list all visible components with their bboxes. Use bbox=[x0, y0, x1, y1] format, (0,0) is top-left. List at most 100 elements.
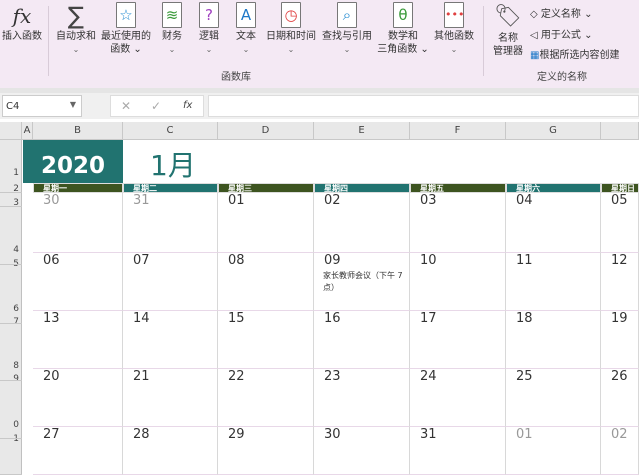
row-header[interactable]: 6 bbox=[13, 304, 19, 314]
day-header: 星期三 bbox=[218, 183, 314, 193]
column-header-D[interactable]: D bbox=[218, 122, 314, 140]
define-name-button[interactable]: ◇ 定义名称 ⌄ bbox=[530, 5, 592, 20]
calendar-day-cell[interactable]: 30 bbox=[33, 193, 123, 253]
calendar-day-cell[interactable]: 24 bbox=[410, 369, 506, 427]
calendar-day-cell[interactable]: 08 bbox=[218, 253, 314, 311]
column-header-B[interactable]: B bbox=[33, 122, 123, 140]
row-header[interactable]: 9 bbox=[13, 374, 19, 384]
calendar-day-cell[interactable]: 26 bbox=[601, 369, 639, 427]
day-number: 06 bbox=[43, 253, 60, 268]
calendar-day-cell[interactable]: 20 bbox=[33, 369, 123, 427]
more-book-icon: ••• bbox=[444, 2, 464, 28]
fx-icon: fx bbox=[12, 4, 32, 28]
calendar-day-cell[interactable]: 13 bbox=[33, 311, 123, 369]
logical-button[interactable]: ? 逻辑 ⌄ bbox=[194, 2, 224, 56]
calendar-day-cell[interactable]: 09 家长教师会议（下午 7 点） bbox=[314, 253, 410, 311]
column-header-G[interactable]: G bbox=[506, 122, 601, 140]
day-number: 05 bbox=[611, 193, 628, 208]
date-time-button[interactable]: ◷ 日期和时间 ⌄ bbox=[263, 2, 319, 56]
calendar-day-cell[interactable]: 07 bbox=[123, 253, 218, 311]
name-manager-button[interactable]: 🏷 名称 管理器 bbox=[488, 2, 528, 58]
day-number: 02 bbox=[324, 193, 341, 208]
math-trig-button[interactable]: θ 数学和 三角函数 ⌄ bbox=[376, 2, 430, 56]
lookup-reference-button[interactable]: ⌕ 查找与引用 ⌄ bbox=[320, 2, 374, 56]
column-header-A[interactable]: A bbox=[22, 122, 33, 140]
day-number: 19 bbox=[611, 311, 628, 326]
tag-small-icon: ◇ bbox=[530, 9, 538, 20]
calendar-day-cell[interactable]: 10 bbox=[410, 253, 506, 311]
row-header[interactable]: 0 bbox=[13, 420, 19, 430]
calendar-day-cell[interactable]: 01 bbox=[218, 193, 314, 253]
calendar-day-cell[interactable]: 22 bbox=[218, 369, 314, 427]
calendar-day-cell[interactable]: 01 bbox=[506, 427, 601, 475]
calendar-day-cell[interactable]: 18 bbox=[506, 311, 601, 369]
day-number: 11 bbox=[516, 253, 533, 268]
row-header[interactable]: 1 bbox=[13, 168, 19, 178]
calendar-day-cell[interactable]: 29 bbox=[218, 427, 314, 475]
calendar-day-cell[interactable]: 28 bbox=[123, 427, 218, 475]
day-header: 星期四 bbox=[314, 183, 410, 193]
autosum-button[interactable]: ∑ 自动求和 ⌄ bbox=[52, 2, 100, 56]
name-box[interactable]: C4 ▼ bbox=[2, 95, 82, 117]
day-number: 22 bbox=[228, 369, 245, 384]
create-from-selection-button[interactable]: ▦根据所选内容创建 bbox=[530, 46, 619, 61]
day-number: 15 bbox=[228, 311, 245, 326]
day-header: 星期二 bbox=[123, 183, 218, 193]
chevron-down-icon: ⌄ bbox=[242, 45, 250, 54]
row-header[interactable]: 8 bbox=[13, 361, 19, 371]
calendar-day-cell[interactable]: 14 bbox=[123, 311, 218, 369]
calendar-day-cell[interactable]: 25 bbox=[506, 369, 601, 427]
day-number: 14 bbox=[133, 311, 150, 326]
use-in-formula-button[interactable]: ◁ 用于公式 ⌄ bbox=[530, 26, 592, 41]
column-header-next[interactable] bbox=[601, 122, 639, 140]
calendar-day-cell[interactable]: 04 bbox=[506, 193, 601, 253]
calendar-day-cell[interactable]: 02 bbox=[314, 193, 410, 253]
calendar-day-cell[interactable]: 21 bbox=[123, 369, 218, 427]
calendar-day-cell[interactable]: 31 bbox=[410, 427, 506, 475]
chevron-down-icon[interactable]: ▼ bbox=[70, 100, 76, 109]
row-divider bbox=[0, 380, 22, 381]
text-button[interactable]: A 文本 ⌄ bbox=[231, 2, 261, 56]
chevron-down-icon: ⌄ bbox=[450, 45, 458, 54]
row-header[interactable]: 4 bbox=[13, 245, 19, 255]
row-header[interactable]: 7 bbox=[13, 317, 19, 327]
financial-button[interactable]: ≋ 财务 ⌄ bbox=[157, 2, 187, 56]
calendar-day-cell[interactable]: 06 bbox=[33, 253, 123, 311]
calendar-day-cell[interactable]: 30 bbox=[314, 427, 410, 475]
calendar-day-cell[interactable]: 15 bbox=[218, 311, 314, 369]
calendar-day-cell[interactable]: 11 bbox=[506, 253, 601, 311]
formula-input[interactable] bbox=[208, 95, 639, 117]
chevron-down-icon: ⌄ bbox=[343, 45, 351, 54]
calendar-day-cell[interactable]: 12 bbox=[601, 253, 639, 311]
recently-used-button[interactable]: ☆ 最近使用的 函数 ⌄ bbox=[99, 2, 153, 56]
formula-bar: C4 ▼ ✕ ✓ fx bbox=[0, 93, 639, 119]
day-number: 01 bbox=[516, 427, 533, 442]
insert-function-button[interactable]: fx 插入函数 bbox=[0, 2, 44, 43]
calendar-day-cell[interactable]: 19 bbox=[601, 311, 639, 369]
calendar-day-cell[interactable]: 03 bbox=[410, 193, 506, 253]
calendar-day-cell[interactable]: 05 bbox=[601, 193, 639, 253]
select-all-button[interactable] bbox=[0, 122, 22, 140]
cancel-icon[interactable]: ✕ bbox=[121, 99, 131, 113]
insert-function-icon[interactable]: fx bbox=[183, 100, 192, 111]
row-divider bbox=[0, 192, 22, 193]
calendar-day-cell[interactable]: 02 bbox=[601, 427, 639, 475]
calendar-day-cell[interactable]: 27 bbox=[33, 427, 123, 475]
calendar-day-cell[interactable]: 17 bbox=[410, 311, 506, 369]
chevron-down-icon: ⌄ bbox=[287, 45, 295, 54]
column-header-E[interactable]: E bbox=[314, 122, 410, 140]
calendar-day-cell[interactable]: 31 bbox=[123, 193, 218, 253]
row-header[interactable]: 1 bbox=[13, 434, 19, 444]
day-number: 16 bbox=[324, 311, 341, 326]
calendar-day-cell[interactable]: 16 bbox=[314, 311, 410, 369]
ribbon-formulas: fx 插入函数 ∑ 自动求和 ⌄ ☆ 最近使用的 函数 ⌄ ≋ 财务 ⌄ ? 逻辑 ⌄ … bbox=[0, 0, 639, 88]
group-label-defined-names: 定义的名称 bbox=[537, 72, 587, 83]
enter-icon[interactable]: ✓ bbox=[151, 99, 161, 113]
column-header-C[interactable]: C bbox=[123, 122, 218, 140]
more-functions-button[interactable]: ••• 其他函数 ⌄ bbox=[430, 2, 478, 56]
column-header-F[interactable]: F bbox=[410, 122, 506, 140]
sigma-icon: ∑ bbox=[67, 2, 85, 30]
calendar-day-cell[interactable]: 23 bbox=[314, 369, 410, 427]
star-book-icon: ☆ bbox=[116, 2, 136, 28]
day-number: 12 bbox=[611, 253, 628, 268]
